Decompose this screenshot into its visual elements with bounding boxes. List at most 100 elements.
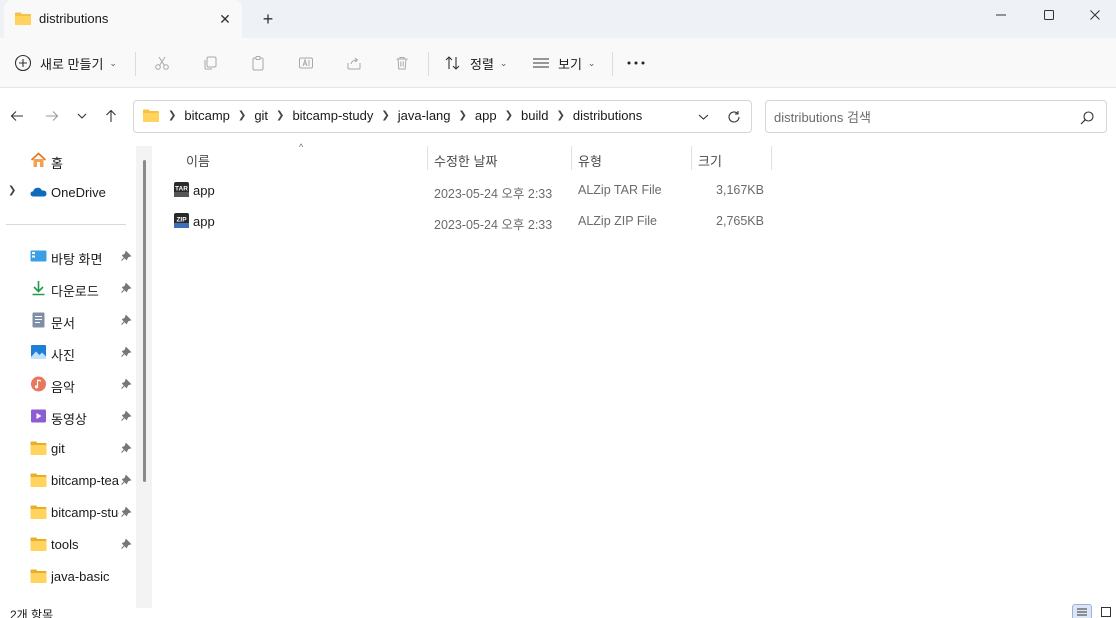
chevron-down-icon: ⌄ bbox=[587, 57, 596, 68]
cut-button[interactable] bbox=[146, 47, 178, 79]
column-header-size[interactable]: 크기 bbox=[698, 148, 722, 172]
rename-button[interactable] bbox=[290, 47, 322, 79]
breadcrumb-item[interactable]: bitcamp-study bbox=[292, 108, 373, 123]
address-history-button[interactable] bbox=[693, 107, 713, 127]
file-row[interactable]: TAR app 2023-05-24 오후 2:33 ALZip TAR Fil… bbox=[167, 175, 777, 205]
column-divider[interactable] bbox=[691, 146, 692, 170]
view-label: 보기 bbox=[558, 56, 582, 72]
pin-icon[interactable] bbox=[120, 474, 132, 486]
sidebar-item-label: git bbox=[51, 441, 65, 456]
sidebar-item-documents[interactable]: 문서 bbox=[0, 306, 140, 334]
chevron-right-icon[interactable]: ❯ bbox=[459, 110, 467, 121]
pin-icon[interactable] bbox=[120, 314, 132, 326]
chevron-right-icon[interactable]: ❯ bbox=[556, 110, 564, 121]
pin-icon[interactable] bbox=[120, 410, 132, 422]
pin-icon[interactable] bbox=[120, 538, 132, 550]
minimize-button[interactable] bbox=[978, 0, 1024, 30]
more-options-button[interactable] bbox=[620, 47, 652, 79]
file-modified: 2023-05-24 오후 2:33 bbox=[434, 218, 553, 232]
view-button[interactable]: 보기 ⌄ bbox=[532, 47, 595, 79]
sidebar-item-downloads[interactable]: 다운로드 bbox=[0, 274, 140, 302]
share-icon bbox=[347, 57, 361, 70]
details-view-button[interactable] bbox=[1072, 604, 1092, 618]
column-header-name[interactable]: 이름 bbox=[186, 148, 210, 172]
pin-icon[interactable] bbox=[120, 506, 132, 518]
sidebar-item-pictures[interactable]: 사진 bbox=[0, 338, 140, 366]
close-tab-button[interactable]: ✕ bbox=[214, 8, 236, 30]
toolbar-divider bbox=[428, 52, 429, 76]
sidebar-item-label: 사진 bbox=[51, 348, 75, 363]
music-icon bbox=[31, 376, 46, 392]
sidebar-item-label: OneDrive bbox=[51, 185, 106, 200]
chevron-right-icon[interactable]: ❯ bbox=[238, 110, 246, 121]
breadcrumb-item[interactable]: java-lang bbox=[398, 108, 451, 123]
folder-icon bbox=[30, 569, 47, 583]
chevron-right-icon[interactable]: ❯ bbox=[8, 185, 16, 196]
nav-divider bbox=[6, 224, 126, 225]
breadcrumb-item-current[interactable]: distributions bbox=[573, 108, 642, 123]
up-button[interactable] bbox=[99, 104, 123, 128]
tiles-view-button[interactable] bbox=[1096, 604, 1116, 618]
share-button[interactable] bbox=[338, 47, 370, 79]
breadcrumb-item[interactable]: git bbox=[254, 108, 268, 123]
chevron-right-icon[interactable]: ❯ bbox=[276, 110, 284, 121]
recent-locations-button[interactable] bbox=[70, 104, 94, 128]
delete-button[interactable] bbox=[386, 47, 418, 79]
refresh-button[interactable] bbox=[724, 107, 744, 127]
chevron-right-icon[interactable]: ❯ bbox=[505, 110, 513, 121]
sort-icon bbox=[445, 56, 460, 70]
search-box[interactable] bbox=[765, 100, 1107, 133]
pin-icon[interactable] bbox=[120, 346, 132, 358]
close-window-button[interactable] bbox=[1072, 0, 1116, 30]
new-button[interactable]: 새로 만들기 ⌄ bbox=[14, 47, 117, 79]
sidebar-item-bitcamp-stuc[interactable]: bitcamp-stuc bbox=[0, 498, 140, 526]
pin-icon[interactable] bbox=[120, 442, 132, 454]
search-icon[interactable] bbox=[1078, 109, 1096, 127]
file-row[interactable]: ZIP app 2023-05-24 오후 2:33 ALZip ZIP Fil… bbox=[167, 206, 777, 236]
column-divider[interactable] bbox=[771, 146, 772, 170]
svg-text:TAR: TAR bbox=[175, 186, 188, 193]
folder-icon bbox=[30, 537, 47, 551]
pin-icon[interactable] bbox=[120, 250, 132, 262]
file-name: app bbox=[193, 183, 215, 198]
folder-icon bbox=[30, 473, 47, 487]
sidebar-item-music[interactable]: 음악 bbox=[0, 370, 140, 398]
tab-distributions[interactable]: distributions ✕ bbox=[4, 0, 242, 38]
video-icon bbox=[31, 409, 46, 423]
sidebar-item-onedrive[interactable]: ❯ OneDrive bbox=[0, 178, 140, 206]
nav-scrollbar-thumb[interactable] bbox=[143, 160, 146, 482]
breadcrumb-item[interactable]: build bbox=[521, 108, 548, 123]
forward-button[interactable] bbox=[40, 104, 64, 128]
file-type: ALZip TAR File bbox=[578, 183, 662, 197]
search-input[interactable] bbox=[774, 107, 1074, 127]
folder-icon bbox=[30, 505, 47, 519]
more-icon bbox=[627, 61, 645, 65]
sidebar-item-git[interactable]: git bbox=[0, 434, 140, 462]
pin-icon[interactable] bbox=[120, 282, 132, 294]
sidebar-item-bitcamp-teac[interactable]: bitcamp-teac bbox=[0, 466, 140, 494]
pin-icon[interactable] bbox=[120, 378, 132, 390]
breadcrumb-item[interactable]: bitcamp bbox=[184, 108, 230, 123]
zip-archive-icon: ZIP bbox=[174, 213, 189, 228]
copy-icon bbox=[204, 56, 217, 70]
paste-button[interactable] bbox=[242, 47, 274, 79]
copy-button[interactable] bbox=[194, 47, 226, 79]
breadcrumb-item[interactable]: app bbox=[475, 108, 497, 123]
sidebar-item-home[interactable]: 홈 bbox=[0, 146, 140, 174]
tab-title: distributions bbox=[39, 11, 109, 26]
column-divider[interactable] bbox=[571, 146, 572, 170]
column-divider[interactable] bbox=[427, 146, 428, 170]
new-tab-button[interactable]: + bbox=[256, 8, 280, 30]
chevron-right-icon[interactable]: ❯ bbox=[381, 110, 389, 121]
back-button[interactable] bbox=[5, 104, 29, 128]
address-bar[interactable]: ❯ bitcamp ❯ git ❯ bitcamp-study ❯ java-l… bbox=[133, 100, 752, 133]
column-header-modified[interactable]: 수정한 날짜 bbox=[434, 148, 497, 172]
refresh-icon bbox=[728, 111, 740, 123]
sidebar-item-videos[interactable]: 동영상 bbox=[0, 402, 140, 430]
column-header-type[interactable]: 유형 bbox=[578, 148, 602, 172]
sidebar-item-desktop[interactable]: 바탕 화면 bbox=[0, 242, 140, 270]
sort-button[interactable]: 정렬 ⌄ bbox=[444, 47, 507, 79]
maximize-button[interactable] bbox=[1026, 0, 1072, 30]
sidebar-item-java-basic[interactable]: java-basic bbox=[0, 562, 140, 590]
sidebar-item-tools[interactable]: tools bbox=[0, 530, 140, 558]
